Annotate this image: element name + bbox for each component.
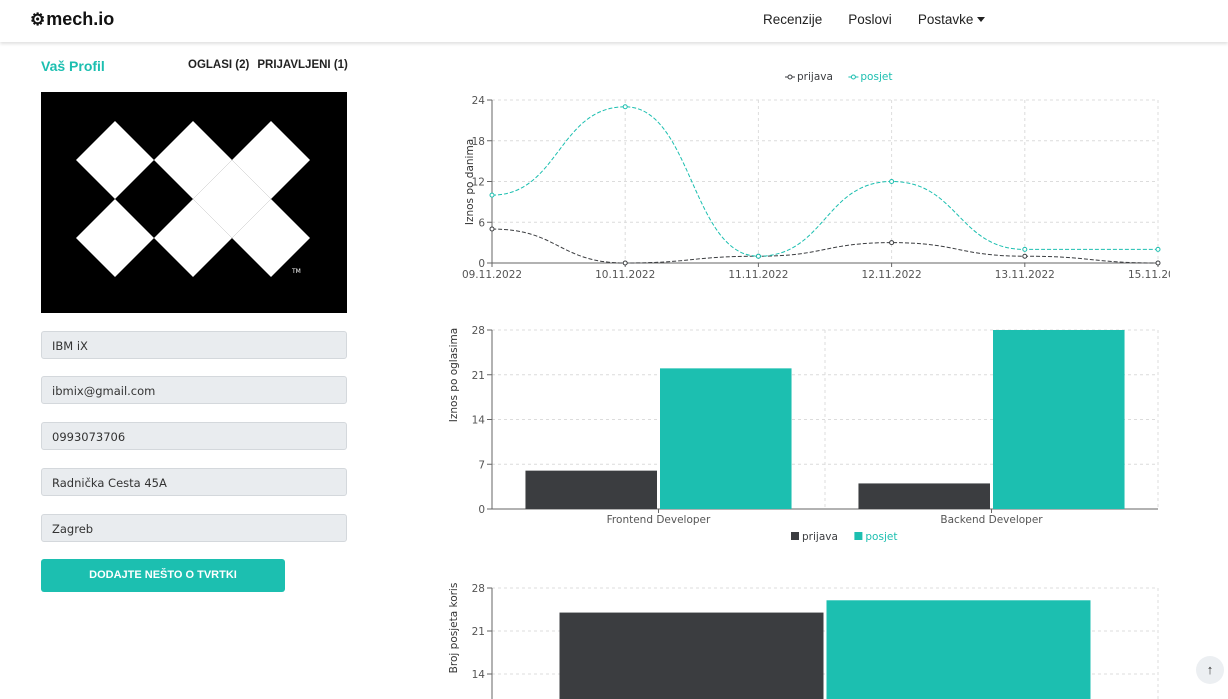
phone-field[interactable]: 0993073706 <box>41 422 347 450</box>
bar-chart-user-visits: 14 21 28 Broj posjeta koris <box>448 583 1159 699</box>
profile-tabs: OGLASI (2) PRIJAVLJENI (1) <box>188 59 348 71</box>
y-tick-label: 14 <box>472 669 486 681</box>
tab-prijavljeni[interactable]: PRIJAVLJENI (1) <box>257 59 348 71</box>
y-tick-label: 6 <box>478 217 485 229</box>
x-tick-label: Frontend Developer <box>607 514 711 526</box>
bar-posjet <box>993 330 1125 509</box>
line-chart: prijava posjet0612182409.11.2022 10.11.202… <box>462 71 1170 281</box>
y-axis-label: Iznos po oglasima <box>448 328 460 422</box>
nav-dropdown-postavke[interactable]: Postavke <box>918 12 986 27</box>
data-point-prijava <box>889 240 895 246</box>
data-point-prijava <box>1022 253 1028 259</box>
address-field[interactable]: Radnička Cesta 45A <box>41 468 347 496</box>
x-tick-label: 13.11.2022 <box>995 269 1055 281</box>
legend-marker-icon <box>787 74 793 80</box>
legend-swatch-icon <box>791 532 799 540</box>
legend-label: posjet <box>865 531 897 543</box>
nav-dropdown-label: Postavke <box>917 12 974 27</box>
email-field[interactable]: ibmix@gmail.com <box>41 376 347 404</box>
series-line-prijava <box>491 228 1159 264</box>
y-tick-label: 14 <box>472 415 486 427</box>
data-point-posjet <box>889 179 895 184</box>
ibm-ix-logo-graphic: TM <box>76 121 310 277</box>
brand-name: mech.io <box>46 9 115 29</box>
company-name-field[interactable]: IBM iX <box>41 331 347 359</box>
y-tick-label: 21 <box>472 370 485 382</box>
data-point-posjet <box>1155 246 1161 252</box>
logo-square <box>76 199 154 277</box>
tab-oglasi[interactable]: OGLASI (2) <box>188 59 249 71</box>
nav-links: Recenzije Poslovi Postavke <box>763 12 1011 27</box>
legend-label: prijava <box>802 531 838 543</box>
add-company-info-button[interactable]: DODAJTE NEŠTO O TVRTKI <box>41 559 285 592</box>
x-tick-label: Backend Developer <box>940 514 1043 526</box>
bar-prijava <box>525 470 657 509</box>
legend-swatch-icon <box>854 532 863 540</box>
gear-icon: ⚙ <box>30 9 46 29</box>
y-tick-label: 28 <box>472 325 485 337</box>
y-tick-label: 21 <box>472 626 485 638</box>
arrow-up-icon: ↑ <box>1206 662 1214 677</box>
data-point-prijava <box>622 260 628 266</box>
y-tick-label: 0 <box>478 504 485 516</box>
data-point-posjet <box>622 104 628 110</box>
city-field[interactable]: Zagreb <box>41 514 347 542</box>
y-tick-label: 28 <box>472 583 485 595</box>
bar-posjet <box>660 368 792 509</box>
y-tick-label: 24 <box>472 95 486 107</box>
brand-logo[interactable]: ⚙ mech.io <box>30 9 114 30</box>
bar-posjet <box>826 600 1091 699</box>
y-axis-label: Broj posjeta koris <box>448 583 460 674</box>
data-point-posjet <box>755 253 761 259</box>
nav-link-poslovi[interactable]: Poslovi <box>848 12 892 27</box>
y-axis-label: Iznos po danima <box>464 139 476 225</box>
data-point-prijava <box>1155 260 1161 266</box>
x-tick-label: 10.11.2022 <box>595 269 655 281</box>
logo-square <box>76 121 154 199</box>
data-point-posjet <box>489 192 495 198</box>
bar-chart-per-ad: 0 7 14 21 28 Frontend Developer Backend Develo… <box>448 325 1159 543</box>
x-tick-label: 11.11.2022 <box>728 269 788 281</box>
x-tick-label: 15.11.2022 <box>1128 269 1170 281</box>
legend-label: posjet <box>860 71 892 83</box>
nav-link-recenzije[interactable]: Recenzije <box>763 12 822 27</box>
company-logo: TM <box>41 92 347 313</box>
top-navbar: ⚙ mech.io Recenzije Poslovi Postavke <box>0 0 1228 42</box>
x-tick-label: 09.11.2022 <box>462 269 522 281</box>
profile-title: Vaš Profil <box>41 58 105 74</box>
caret-down-icon <box>977 17 986 22</box>
y-tick-label: 7 <box>478 459 485 471</box>
scroll-to-top-button[interactable]: ↑ <box>1196 656 1224 684</box>
data-point-prijava <box>489 226 495 232</box>
bar-prijava <box>858 483 990 509</box>
logo-trademark: TM <box>291 268 301 275</box>
legend-marker-icon <box>850 74 856 80</box>
legend-label: prijava <box>797 71 833 83</box>
data-point-posjet <box>1022 246 1028 252</box>
bar-prijava <box>559 612 824 699</box>
x-tick-label: 12.11.2022 <box>862 269 922 281</box>
